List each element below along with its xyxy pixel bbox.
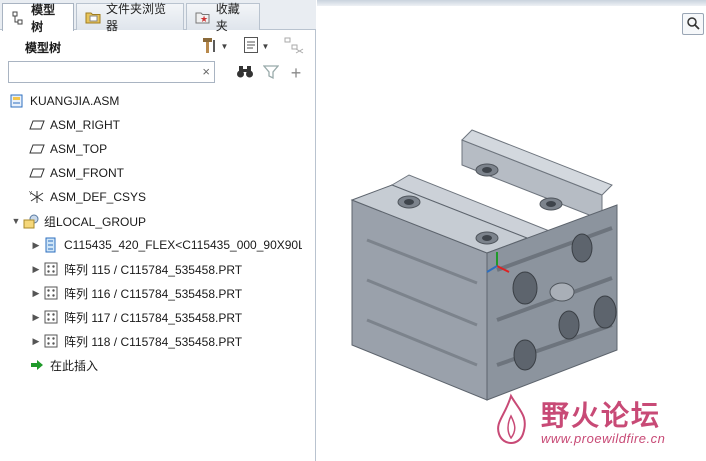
pattern-icon — [42, 333, 60, 349]
tree-item-flex-component[interactable]: ▶ C115435_420_FLEX<C115435_000_90X90L — [30, 234, 302, 256]
viewport-top-border — [317, 0, 706, 6]
hammer-icon — [200, 36, 218, 57]
tab-label: 收藏夹 — [215, 2, 240, 33]
plus-icon: + — [290, 63, 302, 83]
panel-title: 模型树 — [25, 41, 62, 55]
magnifier-icon — [686, 16, 700, 33]
chevron-down-icon: ▼ — [261, 41, 270, 51]
show-options-button[interactable]: ▼ — [238, 36, 274, 56]
expand-arrow-icon[interactable]: ▶ — [30, 288, 42, 299]
assembly-icon — [8, 93, 26, 109]
flex-part-icon — [42, 237, 60, 253]
app-window: 模型树 文件夹浏览器 ★ 收藏夹 模型树 ▼ ▼ × + KUANGJIA.AS… — [0, 0, 706, 461]
aluminum-profile-assembly-model[interactable] — [347, 120, 627, 410]
tab-folder-browser[interactable]: 文件夹浏览器 — [76, 2, 184, 33]
tree-item-pattern-116[interactable]: ▶ 阵列 116 / C115784_535458.PRT — [30, 282, 242, 304]
tree-item-label: 阵列 118 / C115784_535458.PRT — [64, 334, 243, 349]
flame-logo-icon — [489, 392, 533, 455]
chevron-down-icon: ▼ — [220, 41, 229, 51]
tree-item-label: 组LOCAL_GROUP — [44, 214, 147, 229]
datum-plane-icon — [28, 165, 46, 181]
datum-plane-icon — [28, 117, 46, 133]
model-tree-icon — [11, 10, 26, 26]
tree-item-label: KUANGJIA.ASM — [30, 94, 120, 108]
csys-icon: Y — [28, 189, 46, 205]
tab-label: 文件夹浏览器 — [106, 2, 167, 33]
filter-button[interactable] — [260, 63, 282, 83]
tree-item-label: 在此插入 — [50, 358, 99, 373]
tree-filter-icon — [283, 36, 305, 57]
document-list-icon — [243, 36, 259, 57]
find-button[interactable] — [234, 63, 256, 83]
pattern-icon — [42, 261, 60, 277]
navigator-panel: 模型树 文件夹浏览器 ★ 收藏夹 模型树 ▼ ▼ × + KUANGJIA.AS… — [0, 0, 316, 461]
tree-item-label: ASM_DEF_CSYS — [50, 190, 147, 204]
tree-item-label: ASM_RIGHT — [50, 118, 121, 132]
view-zoom-button[interactable] — [682, 13, 704, 35]
expand-arrow-icon[interactable]: ▶ — [30, 264, 42, 275]
funnel-icon — [262, 64, 280, 83]
tab-label: 模型树 — [31, 2, 56, 34]
tree-item-label: 阵列 116 / C115784_535458.PRT — [64, 286, 243, 301]
svg-text:★: ★ — [200, 15, 208, 24]
graphics-viewport[interactable]: 野火论坛 www.proewildfire.cn — [317, 0, 706, 461]
tree-item-asm-def-csys[interactable]: Y ASM_DEF_CSYS — [28, 186, 146, 208]
tree-item-asm-right[interactable]: ASM_RIGHT — [28, 114, 120, 136]
binoculars-icon — [236, 65, 254, 82]
tree-item-pattern-117[interactable]: ▶ 阵列 117 / C115784_535458.PRT — [30, 306, 242, 328]
folder-browser-icon — [85, 9, 101, 25]
pattern-icon — [42, 309, 60, 325]
expand-arrow-icon[interactable]: ▶ — [30, 336, 42, 347]
forum-watermark: 野火论坛 www.proewildfire.cn — [489, 392, 665, 455]
watermark-url: www.proewildfire.cn — [541, 431, 666, 446]
watermark-title: 野火论坛 — [541, 399, 662, 432]
expand-arrow-icon[interactable]: ▶ — [30, 240, 42, 251]
tree-settings-button[interactable]: ▼ — [196, 36, 232, 56]
tree-item-label: 阵列 117 / C115784_535458.PRT — [64, 310, 243, 325]
datum-plane-icon — [28, 141, 46, 157]
add-column-button[interactable]: + — [286, 63, 306, 83]
tree-item-pattern-115[interactable]: ▶ 阵列 115 / C115784_535458.PRT — [30, 258, 242, 280]
tree-item-insert-here[interactable]: 在此插入 — [28, 354, 98, 376]
tree-item-label: C115435_420_FLEX<C115435_000_90X90L — [64, 238, 302, 252]
tree-item-pattern-118[interactable]: ▶ 阵列 118 / C115784_535458.PRT — [30, 330, 242, 352]
collapse-arrow-icon[interactable]: ▼ — [10, 216, 22, 226]
expand-arrow-icon[interactable]: ▶ — [30, 312, 42, 323]
tree-item-label: ASM_FRONT — [50, 166, 125, 180]
clear-search-icon[interactable]: × — [202, 64, 210, 80]
tree-item-kuangjia-asm[interactable]: KUANGJIA.ASM — [8, 90, 119, 112]
watermark-text: 野火论坛 www.proewildfire.cn — [541, 399, 666, 447]
favorites-icon: ★ — [195, 9, 211, 25]
tree-item-local-group[interactable]: ▼ 组LOCAL_GROUP — [10, 210, 146, 232]
tree-item-label: ASM_TOP — [50, 142, 108, 156]
tab-favorites[interactable]: ★ 收藏夹 — [186, 2, 260, 33]
tree-item-asm-top[interactable]: ASM_TOP — [28, 138, 107, 160]
navigator-tabs: 模型树 文件夹浏览器 ★ 收藏夹 — [0, 0, 316, 34]
group-icon — [22, 213, 40, 229]
tree-item-label: 阵列 115 / C115784_535458.PRT — [64, 262, 243, 277]
pattern-icon — [42, 285, 60, 301]
insert-here-arrow-icon — [28, 357, 46, 373]
tree-item-asm-front[interactable]: ASM_FRONT — [28, 162, 124, 184]
filter-visibility-button[interactable] — [282, 36, 306, 56]
search-input[interactable]: × — [8, 61, 215, 83]
tab-model-tree[interactable]: 模型树 — [2, 3, 74, 34]
